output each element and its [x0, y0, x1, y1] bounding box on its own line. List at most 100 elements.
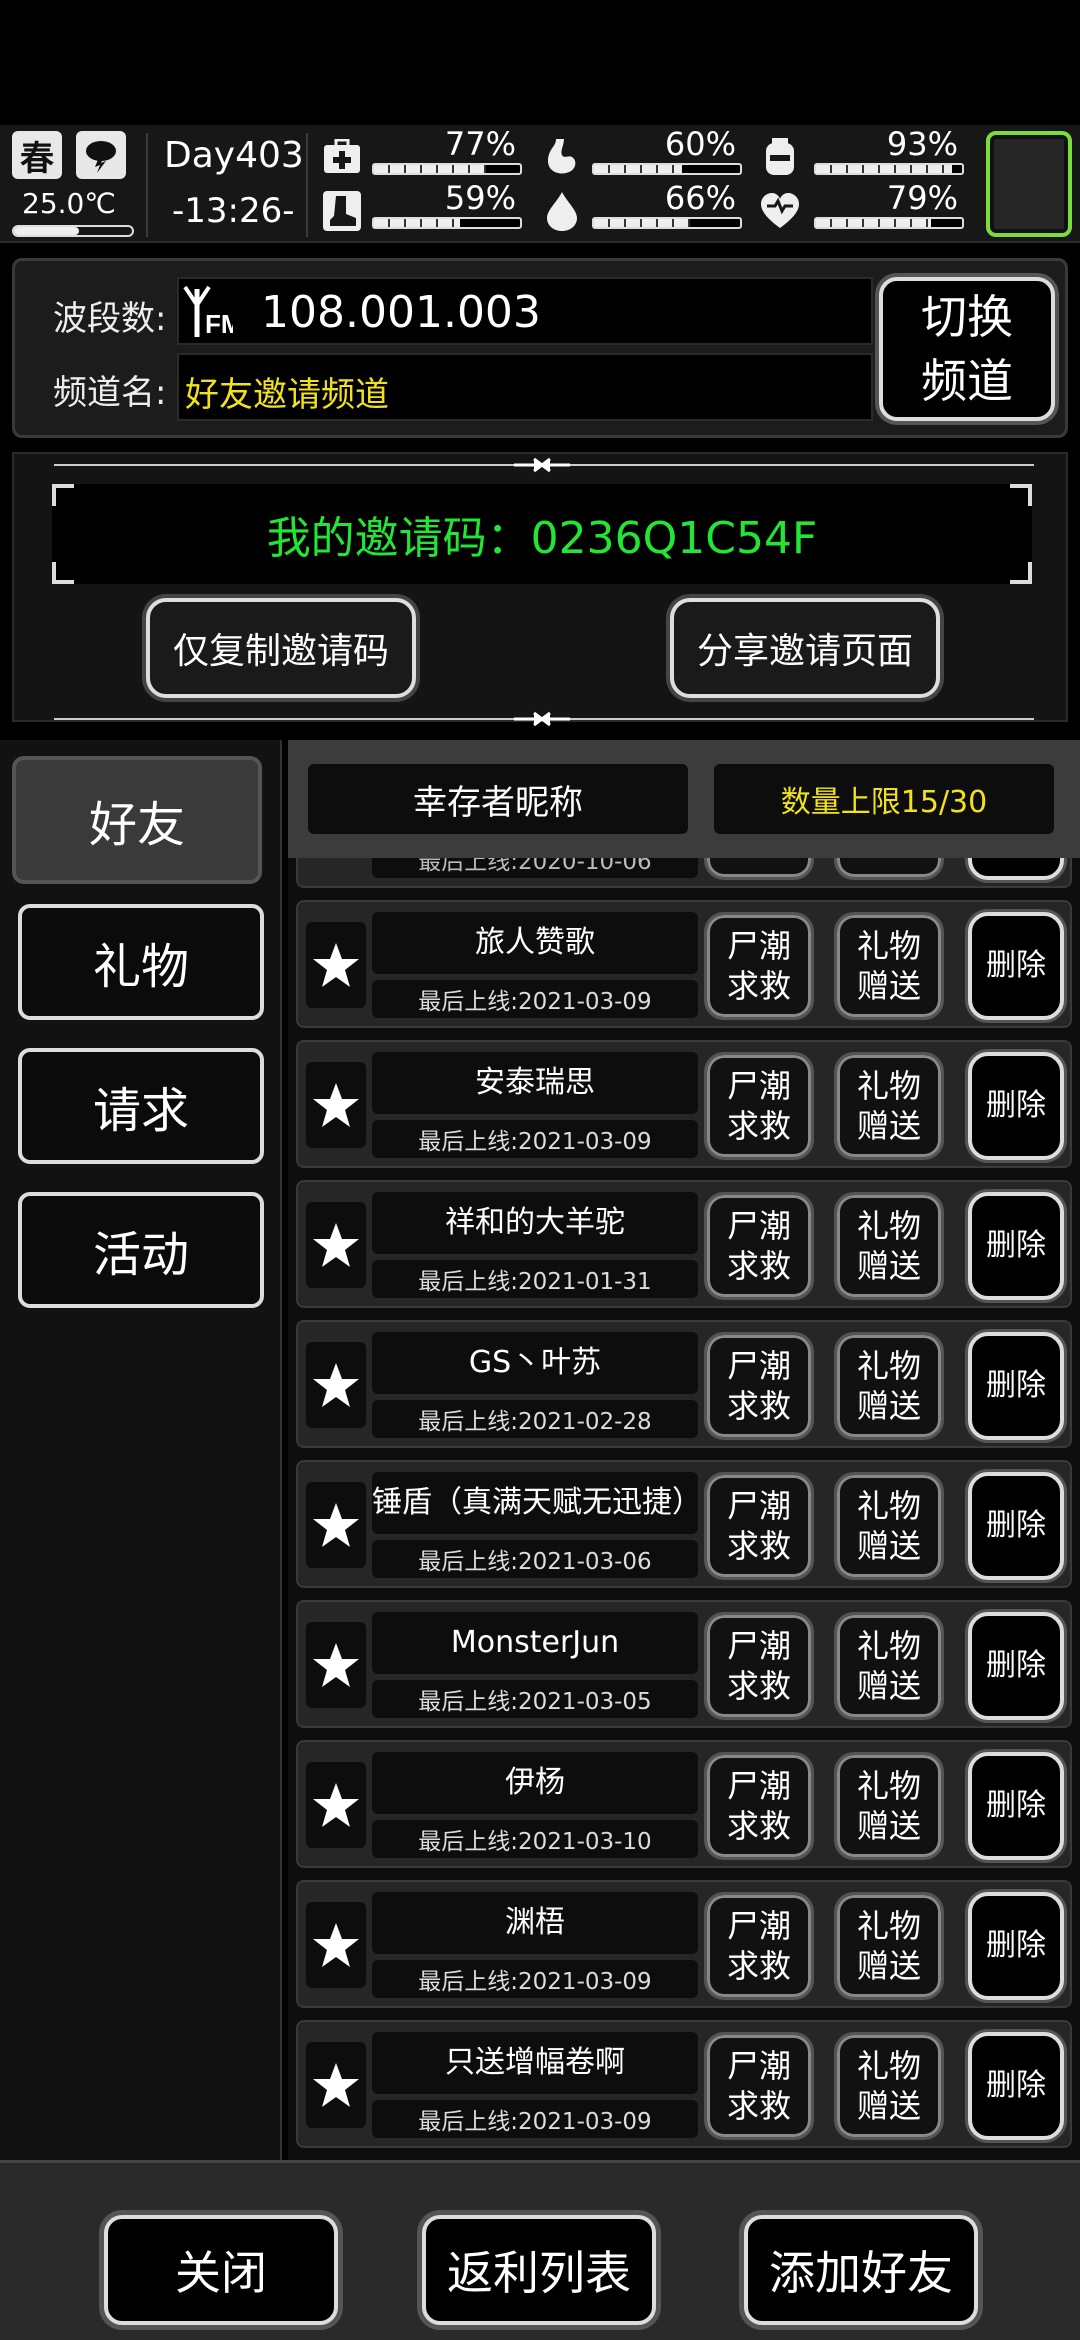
delete-friend-label: 删除 — [986, 2068, 1046, 2103]
clock-time: -13:26- — [172, 191, 295, 231]
send-gift-button[interactable]: 礼物赠送 — [834, 912, 944, 1020]
zombie-help-label: 尸潮求救 — [726, 1767, 791, 1845]
stat-percent-mood: 79% — [886, 179, 958, 217]
send-gift-button[interactable]: 礼物赠送 — [834, 1052, 944, 1160]
zombie-help-label: 尸潮求救 — [726, 1907, 791, 1985]
zombie-help-button[interactable]: 尸潮求救 — [704, 1752, 814, 1860]
send-gift-button[interactable]: 礼物赠送 — [834, 1752, 944, 1860]
favorite-star-icon[interactable] — [306, 1202, 366, 1288]
send-gift-button[interactable] — [834, 858, 944, 880]
friend-list[interactable]: 最后上线:2020-10-06 旅人赞歌 最后上线:2021-03-09 尸潮求救礼… — [288, 858, 1080, 2160]
friend-name-text: 祥和的大羊驼 — [445, 1205, 625, 1240]
delete-friend-button[interactable]: 删除 — [968, 1192, 1064, 1300]
friend-name: 只送增幅卷啊 — [372, 2032, 698, 2094]
delete-friend-button[interactable]: 删除 — [968, 1472, 1064, 1580]
friend-name-text: 渊梧 — [505, 1905, 565, 1940]
switch-channel-button[interactable]: 切换频道 — [879, 277, 1055, 421]
last-seen-text: 最后上线:2021-03-06 — [372, 1540, 698, 1578]
favorite-star-icon[interactable] — [306, 1062, 366, 1148]
tab-gifts[interactable]: 礼物 — [18, 904, 264, 1020]
list-item: 祥和的大羊驼 最后上线:2021-01-31 尸潮求救 礼物赠送 删除 — [296, 1180, 1072, 1308]
send-gift-button[interactable]: 礼物赠送 — [834, 1612, 944, 1720]
rebate-list-label: 返利列表 — [447, 2246, 631, 2300]
delete-friend-button[interactable] — [968, 858, 1064, 880]
favorite-star-icon[interactable] — [306, 922, 366, 1008]
bottom-action-bar: 关闭 返利列表 添加好友 — [0, 2160, 1080, 2340]
zombie-help-button[interactable]: 尸潮求救 — [704, 1472, 814, 1580]
favorite-star-icon[interactable] — [306, 1622, 366, 1708]
delete-friend-button[interactable]: 删除 — [968, 1752, 1064, 1860]
last-seen-text: 最后上线:2021-03-09 — [372, 1120, 698, 1158]
send-gift-label: 礼物赠送 — [856, 927, 921, 1005]
copy-invite-code-button[interactable]: 仅复制邀请码 — [146, 598, 416, 698]
send-gift-button[interactable]: 礼物赠送 — [834, 1332, 944, 1440]
favorite-star-icon[interactable] — [306, 1482, 366, 1568]
delete-friend-button[interactable]: 删除 — [968, 1612, 1064, 1720]
stat-bar-thirst — [592, 217, 742, 229]
last-seen-text: 最后上线:2021-03-09 — [372, 980, 698, 1018]
equipment-slot[interactable] — [986, 131, 1072, 237]
medkit-icon — [320, 135, 364, 179]
invite-code-text: 我的邀请码：0236Q1C54F — [266, 513, 818, 564]
delete-friend-button[interactable]: 删除 — [968, 1892, 1064, 2000]
send-gift-button[interactable]: 礼物赠送 — [834, 1472, 944, 1580]
favorite-star-icon[interactable] — [306, 2042, 366, 2128]
friend-name: 渊梧 — [372, 1892, 698, 1954]
zombie-help-button[interactable]: 尸潮求救 — [704, 1892, 814, 2000]
last-seen-text: 最后上线:2021-02-28 — [372, 1400, 698, 1438]
zombie-help-label: 尸潮求救 — [726, 1487, 791, 1565]
delete-friend-label: 删除 — [986, 1928, 1046, 1963]
copy-invite-code-label: 仅复制邀请码 — [172, 631, 389, 672]
frequency-value: 108.001.003 — [261, 287, 541, 338]
send-gift-label: 礼物赠送 — [856, 1907, 921, 1985]
share-invite-page-label: 分享邀请页面 — [696, 631, 913, 672]
heart-icon — [758, 189, 802, 233]
zombie-help-label: 尸潮求救 — [726, 1627, 791, 1705]
zombie-help-button[interactable]: 尸潮求救 — [704, 1192, 814, 1300]
tab-friends[interactable]: 好友 — [12, 756, 262, 884]
tab-requests[interactable]: 请求 — [18, 1048, 264, 1164]
close-button[interactable]: 关闭 — [104, 2215, 338, 2325]
delete-friend-button[interactable]: 删除 — [968, 1052, 1064, 1160]
delete-friend-button[interactable]: 删除 — [968, 2032, 1064, 2140]
delete-friend-label: 删除 — [986, 1368, 1046, 1403]
zombie-help-button[interactable] — [704, 858, 814, 880]
send-gift-label: 礼物赠送 — [856, 1347, 921, 1425]
send-gift-button[interactable]: 礼物赠送 — [834, 1192, 944, 1300]
friend-list-panel: 最后上线:2020-10-06 旅人赞歌 最后上线:2021-03-09 尸潮求救礼… — [288, 740, 1080, 2160]
list-item: 伊杨 最后上线:2021-03-10 尸潮求救 礼物赠送 删除 — [296, 1740, 1072, 1868]
zombie-help-button[interactable]: 尸潮求救 — [704, 912, 814, 1020]
share-invite-page-button[interactable]: 分享邀请页面 — [670, 598, 940, 698]
favorite-star-icon[interactable] — [306, 1342, 366, 1428]
day-counter: Day403 — [164, 135, 304, 176]
send-gift-button[interactable]: 礼物赠送 — [834, 1892, 944, 2000]
send-gift-label: 礼物赠送 — [856, 1487, 921, 1565]
delete-friend-label: 删除 — [986, 1508, 1046, 1543]
rebate-list-button[interactable]: 返利列表 — [422, 2215, 656, 2325]
add-friend-button[interactable]: 添加好友 — [744, 2215, 978, 2325]
friend-name-text: 锤盾（真满天赋无迅捷） — [372, 1485, 702, 1520]
last-seen-text: 最后上线:2021-03-09 — [372, 1960, 698, 1998]
band-label: 波段数: — [53, 299, 167, 339]
list-item: 渊梧最后上线:2021-03-09 尸潮求救 礼物赠送 删除 — [296, 1880, 1072, 2008]
list-item: 只送增幅卷啊最后上线:2021-03-09 尸潮求救 礼物赠送 删除 — [296, 2020, 1072, 2148]
close-label: 关闭 — [175, 2246, 267, 2300]
zombie-help-button[interactable]: 尸潮求救 — [704, 1612, 814, 1720]
send-gift-button[interactable]: 礼物赠送 — [834, 2032, 944, 2140]
zombie-help-button[interactable]: 尸潮求救 — [704, 2032, 814, 2140]
delete-friend-button[interactable]: 删除 — [968, 912, 1064, 1020]
last-seen-text: 最后上线:2020-10-06 — [372, 858, 698, 878]
favorite-star-icon[interactable] — [306, 1762, 366, 1848]
tab-events[interactable]: 活动 — [18, 1192, 264, 1308]
channel-display: 好友邀请频道 — [177, 353, 873, 421]
category-tabs: 好友 礼物 请求 活动 — [0, 740, 282, 2160]
zombie-help-button[interactable]: 尸潮求救 — [704, 1332, 814, 1440]
stat-percent-stamina: 59% — [444, 179, 516, 217]
zombie-help-button[interactable]: 尸潮求救 — [704, 1052, 814, 1160]
tab-friends-label: 好友 — [88, 797, 185, 853]
zombie-help-label: 尸潮求救 — [726, 2047, 791, 2125]
delete-friend-button[interactable]: 删除 — [968, 1332, 1064, 1440]
last-seen-text: 最后上线:2021-03-09 — [372, 2100, 698, 2138]
delete-friend-label: 删除 — [986, 1648, 1046, 1683]
favorite-star-icon[interactable] — [306, 1902, 366, 1988]
